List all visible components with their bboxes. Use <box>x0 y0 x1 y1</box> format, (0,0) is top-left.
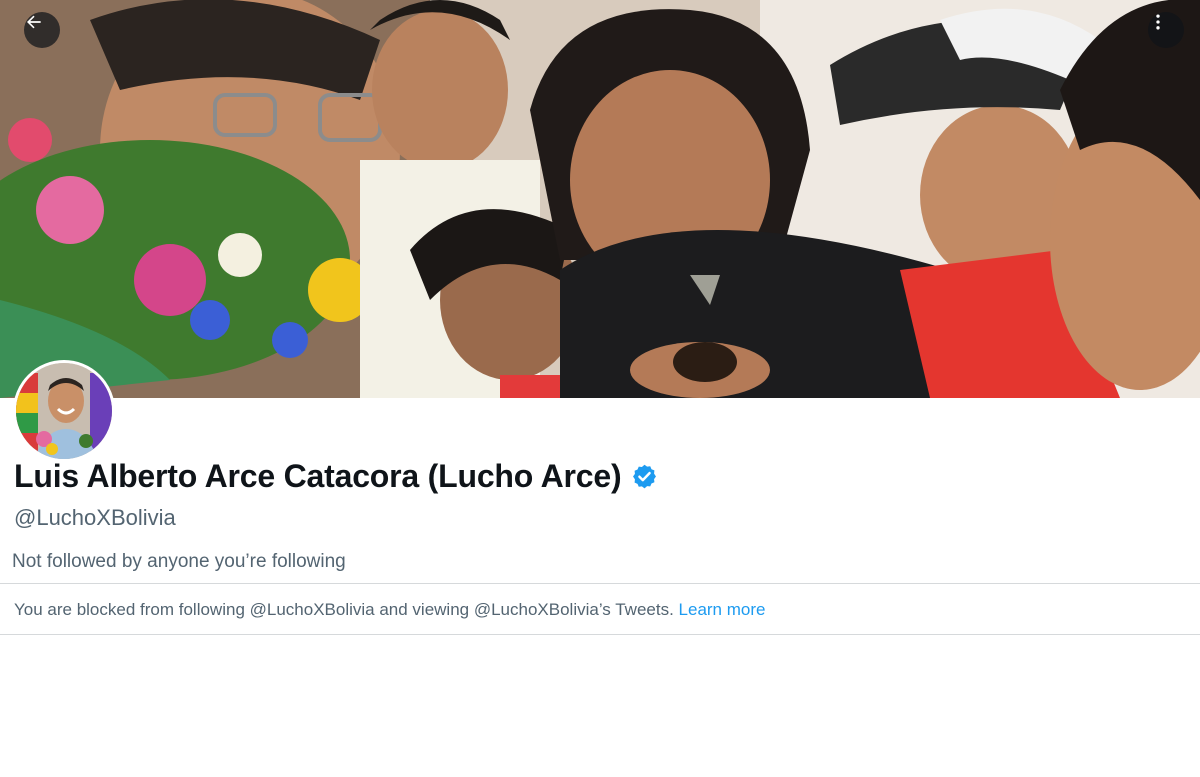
divider <box>0 583 1200 584</box>
profile-avatar[interactable] <box>13 360 115 462</box>
blocked-message: You are blocked from following @LuchoXBo… <box>14 600 674 619</box>
vertical-ellipsis-icon <box>1156 14 1160 30</box>
verified-badge-icon <box>633 464 657 489</box>
banner-photo <box>0 0 1200 398</box>
back-button[interactable] <box>24 12 60 48</box>
blocked-notice: You are blocked from following @LuchoXBo… <box>14 600 765 620</box>
profile-display-name: Luis Alberto Arce Catacora (Lucho Arce) <box>14 458 622 494</box>
arrow-left-icon <box>27 15 41 29</box>
learn-more-link[interactable]: Learn more <box>679 600 766 619</box>
more-options-button[interactable] <box>1148 12 1184 48</box>
profile-name-row: Luis Alberto Arce Catacora (Lucho Arce) <box>14 458 658 495</box>
avatar-photo <box>16 363 112 459</box>
followed-by-text: Not followed by anyone you’re following <box>12 551 346 572</box>
profile-handle: @LuchoXBolivia <box>14 505 176 530</box>
profile-banner <box>0 0 1200 398</box>
divider <box>0 634 1200 635</box>
